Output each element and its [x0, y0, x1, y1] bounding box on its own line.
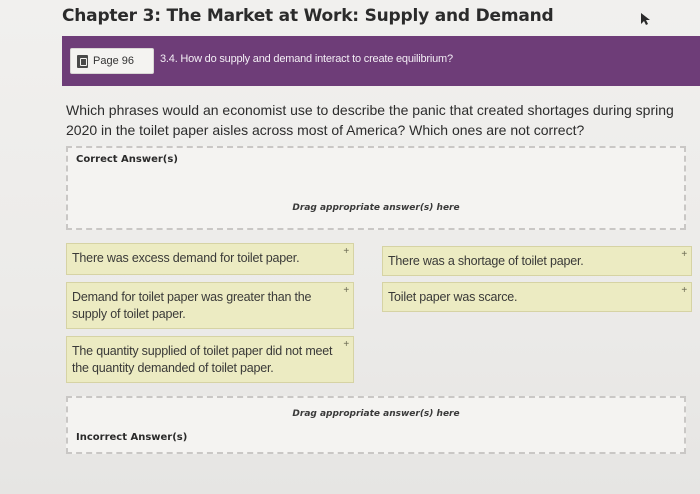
page-background: Chapter 3: The Market at Work: Supply an…	[0, 0, 700, 494]
drag-plus-icon: +	[343, 339, 349, 350]
answer-card[interactable]: Toilet paper was scarce. +	[382, 282, 692, 312]
answer-card[interactable]: There was excess demand for toilet paper…	[66, 243, 354, 275]
answer-card[interactable]: There was a shortage of toilet paper. +	[382, 246, 692, 276]
correct-dropzone-hint: Drag appropriate answer(s) here	[292, 203, 460, 213]
answer-card[interactable]: Demand for toilet paper was greater than…	[66, 282, 354, 329]
answer-card-text: Toilet paper was scarce.	[388, 290, 518, 304]
section-banner: Page 96 3.4. How do supply and demand in…	[62, 36, 700, 86]
drag-plus-icon: +	[681, 285, 687, 296]
drag-plus-icon: +	[343, 246, 349, 257]
answer-card-text: The quantity supplied of toilet paper di…	[72, 344, 333, 375]
chapter-title: Chapter 3: The Market at Work: Supply an…	[62, 6, 554, 26]
incorrect-answers-dropzone[interactable]: Drag appropriate answer(s) here Incorrec…	[66, 396, 686, 454]
incorrect-answers-label: Incorrect Answer(s)	[76, 432, 188, 443]
drag-plus-icon: +	[343, 285, 349, 296]
answer-card[interactable]: The quantity supplied of toilet paper di…	[66, 336, 354, 383]
section-label: 3.4. How do supply and demand interact t…	[160, 53, 453, 65]
answer-card-text: There was excess demand for toilet paper…	[72, 251, 300, 265]
correct-answers-label: Correct Answer(s)	[76, 154, 178, 165]
drag-plus-icon: +	[681, 249, 687, 260]
answer-card-text: Demand for toilet paper was greater than…	[72, 290, 312, 321]
page-link-button[interactable]: Page 96	[70, 48, 154, 74]
book-icon	[77, 54, 88, 68]
cursor-arrow-icon	[641, 13, 650, 25]
question-text: Which phrases would an economist use to …	[66, 102, 674, 138]
incorrect-dropzone-hint: Drag appropriate answer(s) here	[292, 409, 460, 419]
answer-card-text: There was a shortage of toilet paper.	[388, 254, 584, 268]
correct-answers-dropzone[interactable]: Correct Answer(s) Drag appropriate answe…	[66, 146, 686, 230]
page-label: Page 96	[93, 55, 134, 67]
